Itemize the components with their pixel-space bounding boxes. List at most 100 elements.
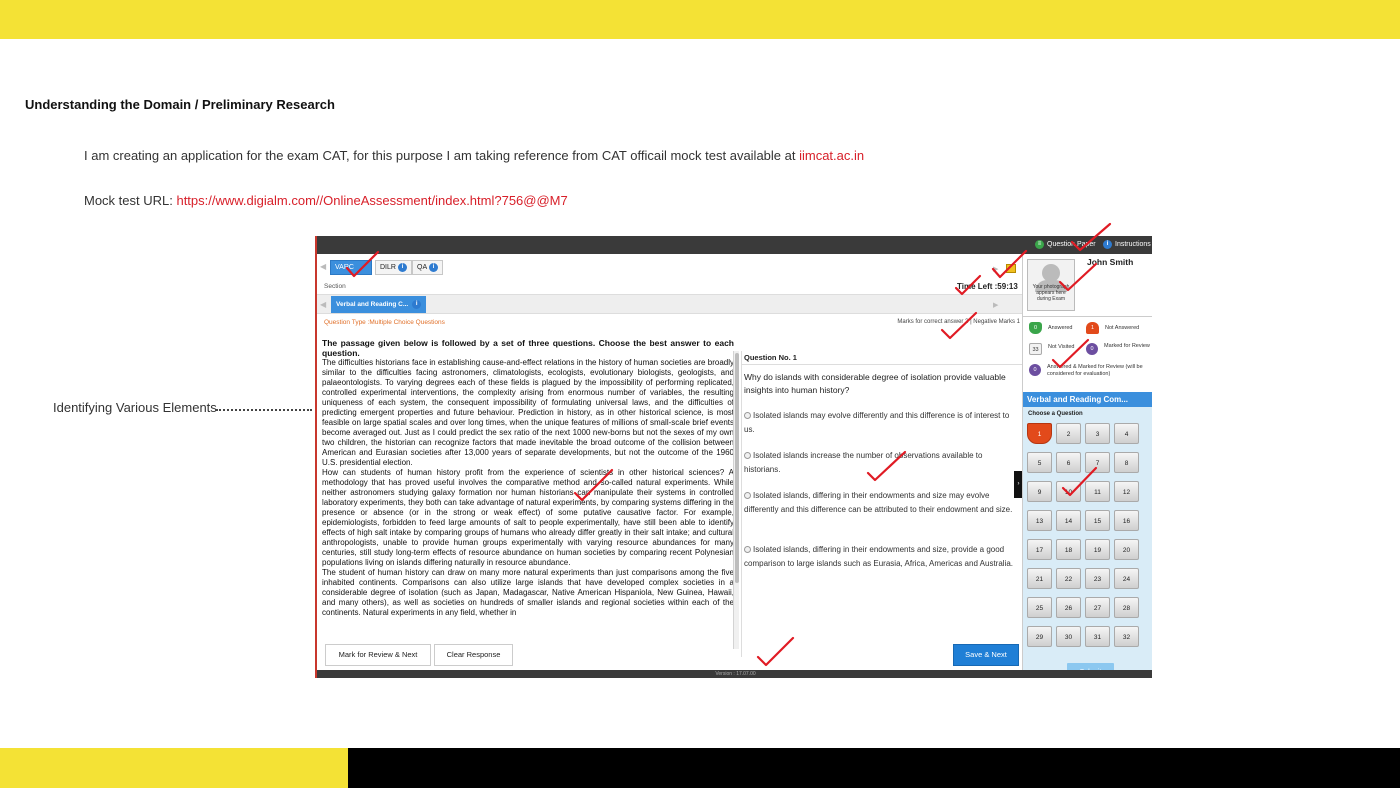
qa-info-icon[interactable]: i — [429, 263, 439, 272]
question-button[interactable]: 11 — [1085, 481, 1110, 502]
legend-not-visited-label: Not Visited — [1048, 344, 1075, 350]
question-button[interactable]: 7 — [1085, 452, 1110, 473]
action-bar: Mark for Review & Next Clear Response Sa… — [317, 642, 1022, 670]
not-answered-badge: 1 — [1086, 322, 1099, 334]
question-button[interactable]: 28 — [1114, 597, 1139, 618]
question-button[interactable]: 4 — [1114, 423, 1139, 444]
section-tabs-row: ◀ VARC DILR i QA i ▶ — [317, 257, 1022, 277]
tab-varc-label: VARC — [335, 264, 354, 271]
candidate-photo: Your photograph appears here during Exam — [1027, 259, 1075, 311]
exam-top-bar: ≡ Question Paper i Instructions — [317, 236, 1152, 254]
legend-answered-marked: 0 Answered & Marked for Review (will be c… — [1029, 364, 1151, 377]
question-button[interactable]: 31 — [1085, 626, 1110, 647]
option-4[interactable]: Isolated islands, differing in their end… — [744, 543, 1016, 570]
intro-paragraph: I am creating an application for the exa… — [84, 148, 864, 163]
dilr-info-icon[interactable]: i — [397, 263, 407, 272]
option-text: Isolated islands, differing in their end… — [744, 491, 1013, 514]
question-button[interactable]: 22 — [1056, 568, 1081, 589]
option-radio[interactable] — [744, 546, 751, 554]
question-button[interactable]: 16 — [1114, 510, 1139, 531]
candidate-name: John Smith — [1087, 257, 1134, 267]
question-area: ◀ VARC DILR i QA i ▶ Section Time Left :59… — [317, 254, 1023, 657]
subsection-left-arrow-icon[interactable]: ◀ — [320, 300, 326, 309]
question-button[interactable]: 19 — [1085, 539, 1110, 560]
question-text: Why do islands with considerable degree … — [744, 372, 1006, 395]
answered-marked-badge: 0 — [1029, 364, 1041, 376]
question-paper-icon: ≡ — [1035, 240, 1044, 249]
question-button[interactable]: 12 — [1114, 481, 1139, 502]
right-panel: Your photograph appears here during Exam… — [1022, 254, 1152, 678]
palette-section-title: Verbal and Reading Com... — [1023, 392, 1152, 407]
mark-review-next-button[interactable]: Mark for Review & Next — [325, 644, 431, 666]
option-3[interactable]: Isolated islands, differing in their end… — [744, 489, 1016, 516]
question-button[interactable]: 13 — [1027, 510, 1052, 531]
question-button[interactable]: 32 — [1114, 626, 1139, 647]
question-button[interactable]: 9 — [1027, 481, 1052, 502]
section-label: Section — [324, 283, 346, 290]
legend-answered-label: Answered — [1048, 325, 1073, 331]
mock-url-paragraph: Mock test URL: https://www.digialm.com//… — [84, 193, 568, 208]
question-button[interactable]: 24 — [1114, 568, 1139, 589]
question-button[interactable]: 14 — [1056, 510, 1081, 531]
info-icon: i — [1103, 240, 1112, 249]
question-button[interactable]: 18 — [1056, 539, 1081, 560]
passage-paragraph: The difficulties historians face in esta… — [322, 358, 734, 467]
legend-answered: 0 Answered — [1029, 322, 1072, 334]
question-type: Question Type :Multiple Choice Questions — [324, 319, 445, 326]
passage-scrollbar[interactable] — [733, 351, 739, 649]
legend-not-visited: 33 Not Visited — [1029, 343, 1075, 355]
tab-qa[interactable]: QA i — [412, 260, 444, 275]
iimcat-link[interactable]: iimcat.ac.in — [799, 148, 864, 163]
option-radio[interactable] — [744, 412, 751, 420]
question-button[interactable]: 8 — [1114, 452, 1139, 473]
question-button[interactable]: 17 — [1027, 539, 1052, 560]
question-button[interactable]: 29 — [1027, 626, 1052, 647]
question-button[interactable]: 6 — [1056, 452, 1081, 473]
bottom-accent-bar — [0, 748, 348, 788]
question-button[interactable]: 5 — [1027, 452, 1052, 473]
choose-question-label: Choose a Question — [1028, 411, 1083, 417]
question-button[interactable]: 3 — [1085, 423, 1110, 444]
question-button[interactable]: 20 — [1114, 539, 1139, 560]
top-accent-bar — [0, 0, 1400, 39]
tab-verbal-reading[interactable]: Verbal and Reading C... i — [331, 296, 427, 313]
legend-marked: 0 Marked for Review — [1086, 343, 1150, 355]
legend-marked-label: Marked for Review — [1104, 343, 1150, 349]
not-visited-badge: 33 — [1029, 343, 1042, 355]
marks-info: Marks for correct answer 3 | Negative Ma… — [897, 319, 1020, 325]
question-button[interactable]: 1 — [1027, 423, 1052, 444]
save-next-button[interactable]: Save & Next — [953, 644, 1019, 666]
question-button[interactable]: 27 — [1085, 597, 1110, 618]
question-button[interactable]: 23 — [1085, 568, 1110, 589]
answered-badge: 0 — [1029, 322, 1042, 334]
tab-dilr[interactable]: DILR i — [375, 260, 412, 275]
version-bar: Version : 17.07.00 — [317, 670, 1152, 678]
subsection-row: ◀ Verbal and Reading C... i ▶ — [317, 294, 1022, 314]
subsection-info-icon[interactable]: i — [412, 300, 422, 309]
option-text: Isolated islands, differing in their end… — [744, 545, 1014, 568]
question-paper-link[interactable]: ≡ Question Paper — [1035, 240, 1096, 249]
question-grid: 1 2 3 4 5 6 7 8 9 10 11 12 13 14 15 16 17 18 19 20 21 22 23 24 2… — [1027, 423, 1139, 651]
passage-scroll-thumb[interactable] — [735, 353, 739, 583]
question-button[interactable]: 21 — [1027, 568, 1052, 589]
question-button[interactable]: 15 — [1085, 510, 1110, 531]
option-radio[interactable] — [744, 492, 751, 500]
question-button[interactable]: 26 — [1056, 597, 1081, 618]
mock-url-link[interactable]: https://www.digialm.com//OnlineAssessmen… — [176, 193, 567, 208]
calculator-icon[interactable] — [1006, 264, 1016, 273]
question-palette: Choose a Question 1 2 3 4 5 6 7 8 9 10 11 12 13 14 15 1… — [1023, 407, 1152, 655]
question-button[interactable]: 30 — [1056, 626, 1081, 647]
tab-varc[interactable]: VARC — [330, 260, 372, 275]
option-1[interactable]: Isolated islands may evolve differently … — [744, 409, 1016, 436]
subsection-right-arrow-icon[interactable]: ▶ — [993, 301, 998, 309]
question-button[interactable]: 2 — [1056, 423, 1081, 444]
question-button[interactable]: 25 — [1027, 597, 1052, 618]
scroll-right-arrow-icon[interactable]: ▶ — [993, 265, 998, 273]
option-radio[interactable] — [744, 452, 751, 460]
side-annotation-label: Identifying Various Elements — [53, 400, 217, 415]
option-2[interactable]: Isolated islands increase the number of … — [744, 449, 1016, 476]
question-button[interactable]: 10 — [1056, 481, 1081, 502]
scroll-left-arrow-icon[interactable]: ◀ — [320, 262, 326, 271]
instructions-link[interactable]: i Instructions — [1103, 240, 1151, 249]
clear-response-button[interactable]: Clear Response — [434, 644, 513, 666]
